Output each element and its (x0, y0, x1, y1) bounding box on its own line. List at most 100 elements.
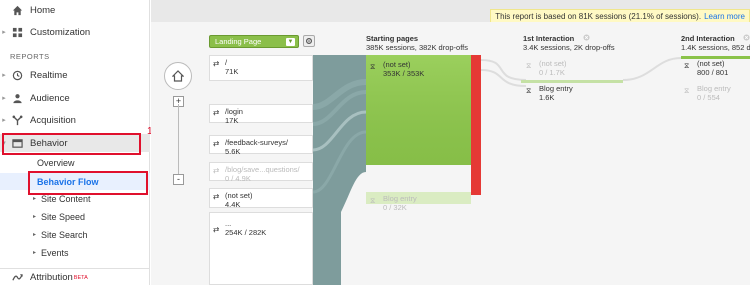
landing-node-blog[interactable]: ⇄ /blog/save...questions/ 0 / 4.9K (209, 162, 313, 183)
tile-first-blog[interactable]: ⧖ Blog entry 1.6K (526, 84, 573, 102)
zoom-home-button[interactable] (164, 62, 192, 90)
beta-badge: BETA (73, 274, 88, 281)
nav-events[interactable]: ▸ Events (0, 244, 150, 261)
transfer-icon: ⇄ (213, 192, 220, 201)
node-name: /blog/save...questions/ (225, 165, 300, 174)
landing-node-feedback[interactable]: ⇄ /feedback-surveys/ 5.6K (209, 135, 313, 156)
nav-realtime-label: Realtime (30, 69, 68, 81)
people-icon: ⧖ (684, 86, 690, 95)
close-icon[interactable] (583, 34, 590, 41)
col-title: 2nd Interaction (681, 34, 735, 43)
nav-audience-label: Audience (30, 92, 70, 104)
nav-attribution[interactable]: Attribution BETA (0, 268, 150, 285)
chevron-down-icon: ▼ (286, 38, 295, 46)
tile-value: 0 / 32K (383, 203, 407, 212)
nav-customization[interactable]: ▸ Customization (0, 23, 150, 41)
clock-icon (10, 68, 24, 82)
dashboard-icon (10, 25, 24, 39)
nav-site-search-label: Site Search (41, 229, 88, 240)
transfer-icon: ⇄ (213, 139, 220, 148)
reports-section-label: REPORTS (10, 52, 50, 61)
transfer-icon: ⇄ (213, 225, 220, 234)
node-name: (not set) (225, 191, 253, 200)
sidebar: Home ▸ Customization REPORTS ▸ Realtime … (0, 0, 163, 285)
nav-home[interactable]: Home (0, 1, 150, 19)
zoom-out-button[interactable]: - (173, 174, 184, 185)
chevron-right-icon: ▸ (2, 95, 6, 102)
landing-node-root[interactable]: ⇄ / 71K (209, 55, 313, 81)
transfer-icon: ⇄ (213, 59, 220, 68)
chevron-right-icon: ▸ (2, 29, 6, 36)
col-subtitle: 1.4K sessions, 852 dr (681, 43, 750, 52)
learn-more-link[interactable]: Learn more (704, 12, 745, 21)
people-icon: ⧖ (684, 61, 690, 70)
node-name: / (225, 58, 228, 67)
first-interaction-bar (521, 80, 623, 83)
landing-node-notset[interactable]: ⇄ (not set) 4.4K (209, 188, 313, 209)
node-value: 254K / 282K (225, 228, 267, 237)
people-icon: ⧖ (370, 62, 376, 71)
tile-name: Blog entry (383, 194, 417, 203)
nav-site-speed[interactable]: ▸ Site Speed (0, 208, 150, 225)
node-name: /login (225, 107, 243, 116)
banner-text: This report is based on 81K sessions (21… (495, 11, 702, 21)
nav-audience[interactable]: ▸ Audience (0, 89, 150, 107)
people-icon: ⧖ (526, 86, 532, 95)
settings-button[interactable] (303, 35, 315, 47)
tile-starting-notset[interactable]: ⧖ (not set) 353K / 353K (370, 60, 424, 78)
dimension-select[interactable]: Landing Page ▼ (209, 35, 299, 48)
flow-to-second-interaction (622, 57, 682, 81)
nav-customization-label: Customization (30, 26, 91, 38)
nav-site-speed-label: Site Speed (41, 211, 86, 222)
close-icon[interactable] (743, 34, 750, 41)
tile-second-blog[interactable]: ⧖ Blog entry 0 / 554 (684, 84, 731, 102)
tile-name: (not set) (383, 60, 411, 69)
nav-acquisition-label: Acquisition (30, 114, 76, 126)
chevron-right-icon: ▸ (2, 72, 6, 79)
attribution-icon (10, 271, 24, 285)
col-title: 1st Interaction (523, 34, 575, 43)
highlight-box-behavior (2, 133, 141, 155)
nav-attribution-label: Attribution (30, 272, 73, 283)
chevron-right-icon: ▸ (2, 117, 6, 124)
home-icon (10, 3, 24, 17)
col-subtitle: 3.4K sessions, 2K drop-offs (523, 43, 615, 52)
tile-value: 800 / 801 (697, 68, 729, 77)
tile-name: Blog entry (697, 84, 731, 93)
node-name: ... (225, 219, 232, 228)
col-title: Starting pages (366, 34, 419, 43)
node-value: 5.6K (225, 147, 241, 156)
people-icon: ⧖ (526, 61, 532, 70)
transfer-icon: ⇄ (213, 108, 220, 117)
tile-name: (not set) (697, 59, 725, 68)
chevron-right-icon: ▸ (33, 250, 37, 256)
sampling-banner: This report is based on 81K sessions (21… (490, 9, 750, 23)
node-value: 4.4K (225, 200, 241, 209)
col-subtitle: 385K sessions, 382K drop-offs (366, 43, 469, 52)
transfer-icon: ⇄ (213, 166, 220, 175)
landing-node-other[interactable]: ⇄ ... 254K / 282K (209, 212, 313, 285)
acquisition-icon (10, 113, 24, 127)
dropoff-bar (471, 55, 481, 195)
behavior-flow-canvas[interactable]: Landing Page ▼ + - ⇄ / 71K ⇄ /login 17K … (151, 22, 750, 285)
tile-starting-blog[interactable]: ⧖ Blog entry 0 / 32K (370, 194, 417, 212)
nav-realtime[interactable]: ▸ Realtime (0, 66, 150, 84)
tile-name: Blog entry (539, 84, 573, 93)
home-icon (172, 70, 184, 82)
col-second-interaction-header: 2nd Interaction 1.4K sessions, 852 dr (681, 34, 750, 52)
nav-events-label: Events (41, 247, 69, 258)
highlight-box-behavior-flow (28, 171, 148, 195)
col-starting-pages-header: Starting pages 385K sessions, 382K drop-… (366, 34, 468, 52)
nav-site-search[interactable]: ▸ Site Search (0, 226, 150, 243)
node-connector-band (313, 55, 341, 285)
nav-acquisition[interactable]: ▸ Acquisition (0, 111, 150, 129)
people-icon: ⧖ (370, 196, 376, 205)
chevron-right-icon: ▸ (33, 196, 37, 202)
tile-first-notset[interactable]: ⧖ (not set) 0 / 1.7K (526, 59, 567, 77)
dimension-select-label: Landing Page (215, 37, 262, 46)
zoom-slider-track[interactable] (178, 104, 179, 176)
nav-site-content-label: Site Content (41, 193, 91, 204)
landing-node-login[interactable]: ⇄ /login 17K (209, 104, 313, 125)
tile-second-notset[interactable]: ⧖ (not set) 800 / 801 (684, 59, 728, 77)
nav-behavior-overview[interactable]: Overview (0, 154, 150, 171)
